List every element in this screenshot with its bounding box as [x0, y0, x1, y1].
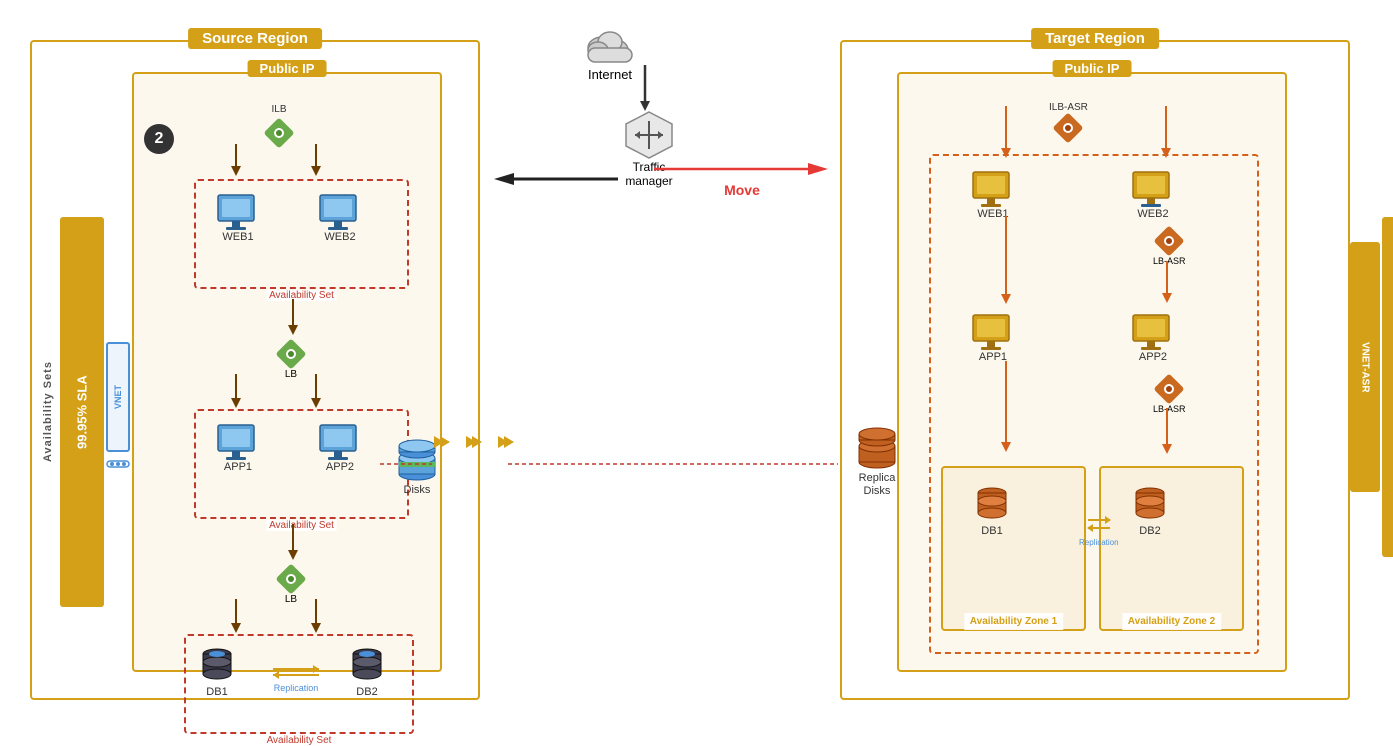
source-to-replica-line	[380, 453, 432, 471]
web1-icon: WEB1	[214, 191, 262, 243]
target-region-box: Target Region VNET-ASR Availability Zone…	[840, 40, 1350, 700]
ilb-icon	[264, 118, 294, 148]
vnet-icon-area: VNET	[106, 342, 130, 462]
avail-zone2-label: Availability Zone 2	[1122, 613, 1221, 630]
target-web1-icon: WEB1	[969, 168, 1017, 220]
vnet-asr-label: VNET-ASR	[1350, 242, 1380, 492]
avail-sets-label-left: Availability Sets	[40, 222, 56, 602]
move-label: Move	[724, 182, 760, 198]
avail-set-db: Availability Set DB1	[184, 634, 414, 734]
lb1-block: LB	[276, 339, 306, 380]
tm-to-source-arrow	[490, 168, 620, 195]
avail-set-web: Availability Set WEB1	[194, 179, 409, 289]
arrow-lbasr-app2	[1160, 261, 1174, 311]
badge-2: 2	[144, 124, 174, 154]
avail-zone2-box: Availability Zone 2 DB2	[1099, 466, 1244, 631]
source-region-box: Source Region Availability Sets 99.95% S…	[30, 40, 480, 700]
target-replication-arrows: Replication	[1079, 512, 1119, 547]
move-arrow: Move	[652, 158, 832, 198]
target-db1-icon: DB1	[971, 483, 1013, 537]
source-public-ip-label: Public IP	[248, 60, 327, 77]
avail-set-app: Availability Set APP1	[194, 409, 409, 519]
internet-label: Internet	[588, 67, 632, 82]
target-inner-dashed: WEB1 WEB2	[929, 154, 1259, 654]
replica-disks-icon: ReplicaDisks	[852, 422, 902, 498]
avail-zone1-box: Availability Zone 1 DB1	[941, 466, 1086, 631]
arrow-app-lb2	[286, 524, 300, 569]
target-db2-icon: DB2	[1129, 483, 1171, 537]
arrow-lbasr2-db2	[1160, 408, 1174, 463]
diagram-container: Source Region Availability Sets 99.95% S…	[0, 0, 1393, 727]
arrow-ilb-asr-web2	[1159, 106, 1173, 161]
replica-to-target-line	[508, 453, 838, 471]
lb1-icon	[276, 339, 306, 369]
traffic-manager-icon	[620, 110, 678, 160]
lb-asr2-icon	[1154, 374, 1184, 404]
app2-icon: APP2	[316, 421, 364, 473]
target-public-ip-box: Public IP ILB-ASR	[897, 72, 1287, 672]
source-region-label: Source Region	[188, 28, 322, 49]
arrow-ilb-web2	[309, 144, 323, 184]
arrow-ilb-asr-web1	[999, 106, 1013, 161]
source-public-ip-box: Public IP 2 ILB	[132, 72, 442, 672]
avail-zone1-label: Availability Zone 1	[964, 613, 1063, 630]
target-web2-icon: WEB2	[1129, 168, 1177, 220]
sla-label-target: 99.99% SLA	[1382, 217, 1393, 557]
arrow-web-lb	[286, 299, 300, 344]
target-app1-icon: APP1	[969, 311, 1017, 363]
lb2-icon	[276, 564, 306, 594]
sla-label-source: 99.95% SLA	[60, 217, 104, 607]
app1-icon: APP1	[214, 421, 262, 473]
target-app2-icon: APP2	[1129, 311, 1177, 363]
arrow-app1-db1	[999, 361, 1013, 461]
ilb-asr-block: ILB-ASR	[1049, 102, 1088, 143]
web2-icon: WEB2	[316, 191, 364, 243]
ilb-asr-icon	[1053, 113, 1083, 143]
cloud-icon	[580, 20, 640, 65]
internet-block: Internet	[580, 20, 640, 82]
target-public-ip-label: Public IP	[1053, 60, 1132, 77]
lb2-block: LB	[276, 564, 306, 605]
replication-icon: Replication	[271, 661, 321, 693]
replication-flow	[430, 430, 518, 454]
db2-icon: DB2	[346, 644, 388, 698]
lb-asr1-icon	[1154, 226, 1184, 256]
lb-asr1-block: LB-ASR	[1153, 226, 1186, 266]
arrow-web1-app1	[999, 216, 1013, 313]
ilb-block: ILB	[264, 104, 294, 148]
db1-icon: DB1	[196, 644, 238, 698]
arrow-ilb-web1	[229, 144, 243, 184]
target-region-label: Target Region	[1031, 28, 1159, 49]
